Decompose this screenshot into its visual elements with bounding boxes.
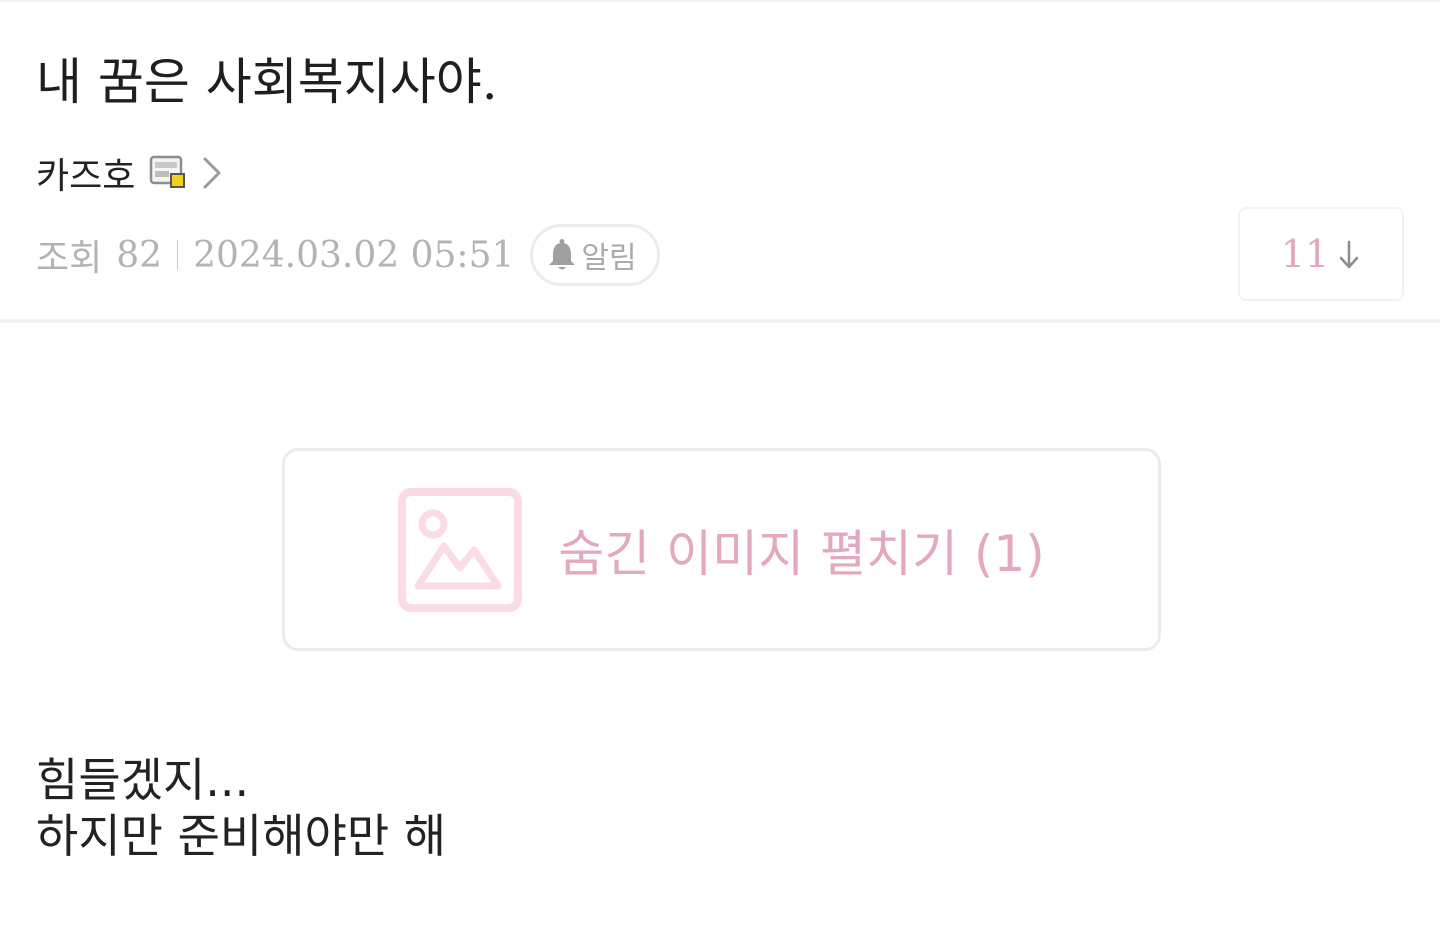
section-divider <box>0 319 1440 323</box>
bell-icon <box>547 238 577 272</box>
post-title: 내 꿈은 사회복지사야. <box>36 53 498 111</box>
vote-button[interactable]: 11 <box>1238 207 1404 301</box>
level-badge-icon <box>149 153 189 193</box>
author-name: 카즈호 <box>36 156 136 197</box>
alarm-label: 알림 <box>581 241 637 276</box>
post-body: 힘들겠지... 하지만 준비해야만 해 <box>36 752 446 864</box>
arrow-down-icon <box>1337 237 1361 271</box>
chevron-right-icon <box>199 153 225 193</box>
vote-count: 11 <box>1280 232 1330 276</box>
image-icon <box>398 487 523 612</box>
body-line: 힘들겠지... <box>36 753 250 807</box>
meta-divider <box>177 240 179 270</box>
hidden-image-label: 숨긴 이미지 펼치기 (1) <box>558 524 1045 583</box>
author-link[interactable]: 카즈호 <box>36 148 225 198</box>
views-count: 82 <box>116 234 163 276</box>
post-meta: 조회 82 2024.03.02 05:51 알림 <box>36 222 660 288</box>
post-datetime: 2024.03.02 05:51 <box>193 234 515 276</box>
top-divider <box>0 0 1440 2</box>
show-hidden-images-button[interactable]: 숨긴 이미지 펼치기 (1) <box>282 448 1161 651</box>
alarm-button[interactable]: 알림 <box>530 224 660 286</box>
views-label: 조회 <box>36 238 103 279</box>
body-line: 하지만 준비해야만 해 <box>36 809 447 863</box>
